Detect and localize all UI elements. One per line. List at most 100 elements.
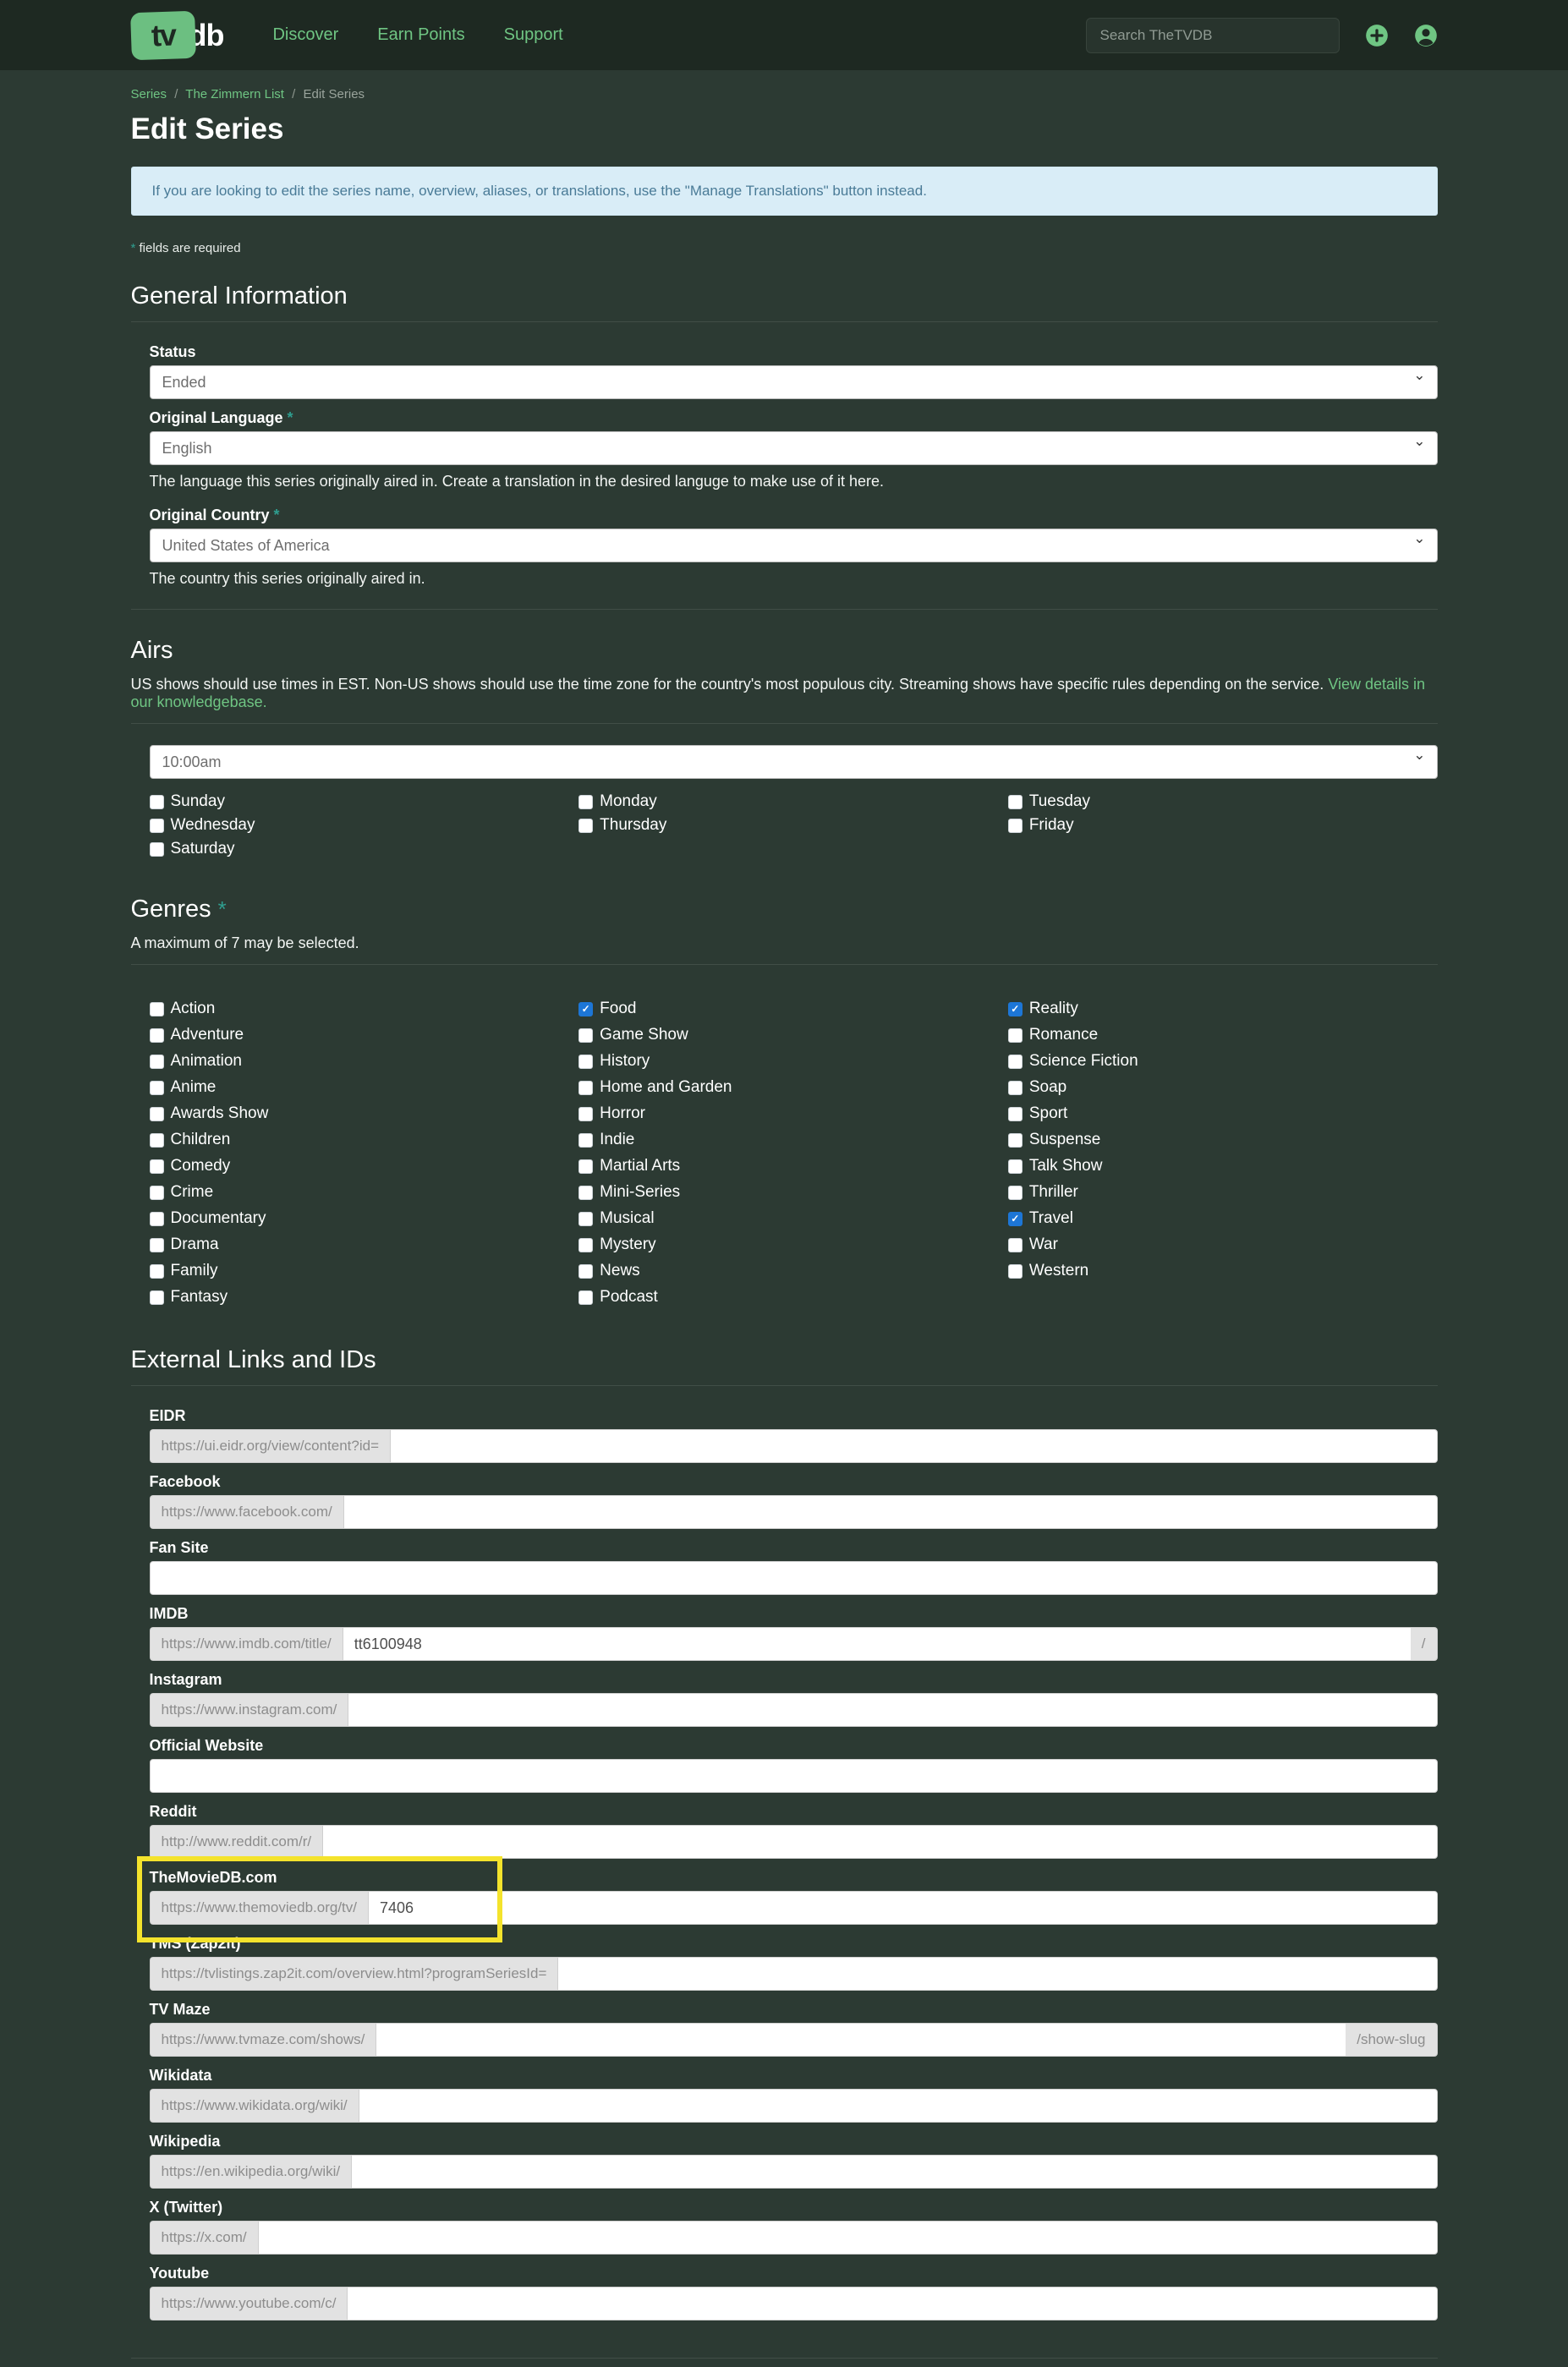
unchecked-checkbox-icon[interactable] (578, 818, 594, 833)
unchecked-checkbox-icon[interactable] (149, 1132, 164, 1148)
unchecked-checkbox-icon[interactable] (149, 1054, 164, 1069)
status-select[interactable]: Ended (149, 365, 1438, 399)
checked-checkbox-icon[interactable]: ✓ (578, 1001, 594, 1016)
checkbox-item-war[interactable]: War (1007, 1236, 1438, 1254)
unchecked-checkbox-icon[interactable] (1007, 1027, 1022, 1043)
reddit-input[interactable] (322, 1825, 1438, 1859)
instagram-input[interactable] (348, 1693, 1438, 1727)
breadcrumb-show[interactable]: The Zimmern List (185, 87, 284, 101)
unchecked-checkbox-icon[interactable] (149, 1290, 164, 1305)
tv-maze-input[interactable] (376, 2023, 1346, 2057)
x-twitter-input[interactable] (257, 2221, 1438, 2255)
unchecked-checkbox-icon[interactable] (1007, 818, 1022, 833)
checkbox-item-reality[interactable]: ✓ Reality (1007, 1000, 1438, 1018)
unchecked-checkbox-icon[interactable] (578, 1185, 594, 1200)
checkbox-item-anime[interactable]: Anime (149, 1078, 579, 1097)
checkbox-item-friday[interactable]: Friday (1007, 816, 1438, 835)
unchecked-checkbox-icon[interactable] (149, 818, 164, 833)
unchecked-checkbox-icon[interactable] (578, 1080, 594, 1095)
unchecked-checkbox-icon[interactable] (149, 1027, 164, 1043)
checkbox-item-fantasy[interactable]: Fantasy (149, 1288, 579, 1307)
youtube-input[interactable] (347, 2287, 1438, 2320)
official-website-input[interactable] (149, 1759, 1438, 1793)
checkbox-item-home-and-garden[interactable]: Home and Garden (578, 1078, 1008, 1097)
checkbox-item-action[interactable]: Action (149, 1000, 579, 1018)
fan-site-input[interactable] (149, 1561, 1438, 1595)
unchecked-checkbox-icon[interactable] (578, 1132, 594, 1148)
checkbox-item-family[interactable]: Family (149, 1262, 579, 1280)
checkbox-item-food[interactable]: ✓ Food (578, 1000, 1008, 1018)
unchecked-checkbox-icon[interactable] (578, 1290, 594, 1305)
unchecked-checkbox-icon[interactable] (578, 1027, 594, 1043)
checkbox-item-saturday[interactable]: Saturday (149, 840, 579, 858)
unchecked-checkbox-icon[interactable] (1007, 1263, 1022, 1279)
original-language-select[interactable]: English (149, 431, 1438, 465)
unchecked-checkbox-icon[interactable] (578, 1054, 594, 1069)
imdb-input[interactable] (342, 1627, 1411, 1661)
checkbox-item-talk-show[interactable]: Talk Show (1007, 1157, 1438, 1175)
unchecked-checkbox-icon[interactable] (578, 1106, 594, 1121)
checkbox-item-travel[interactable]: ✓ Travel (1007, 1209, 1438, 1228)
checkbox-item-game-show[interactable]: Game Show (578, 1026, 1008, 1044)
checkbox-item-mini-series[interactable]: Mini-Series (578, 1183, 1008, 1202)
unchecked-checkbox-icon[interactable] (1007, 794, 1022, 809)
checkbox-item-sunday[interactable]: Sunday (149, 792, 579, 811)
wikipedia-input[interactable] (351, 2155, 1438, 2189)
checkbox-item-thursday[interactable]: Thursday (578, 816, 1008, 835)
tms-zap2it-input[interactable] (557, 1957, 1438, 1991)
checkbox-item-history[interactable]: History (578, 1052, 1008, 1071)
checkbox-item-suspense[interactable]: Suspense (1007, 1131, 1438, 1149)
unchecked-checkbox-icon[interactable] (149, 1001, 164, 1016)
checkbox-item-soap[interactable]: Soap (1007, 1078, 1438, 1097)
unchecked-checkbox-icon[interactable] (149, 1185, 164, 1200)
checkbox-item-awards-show[interactable]: Awards Show (149, 1104, 579, 1123)
facebook-input[interactable] (343, 1495, 1438, 1529)
search-input[interactable] (1085, 17, 1340, 53)
checkbox-item-tuesday[interactable]: Tuesday (1007, 792, 1438, 811)
unchecked-checkbox-icon[interactable] (1007, 1080, 1022, 1095)
add-button[interactable] (1365, 24, 1389, 47)
unchecked-checkbox-icon[interactable] (149, 1080, 164, 1095)
themoviedb-com-input[interactable] (368, 1891, 1438, 1925)
unchecked-checkbox-icon[interactable] (578, 1263, 594, 1279)
checkbox-item-children[interactable]: Children (149, 1131, 579, 1149)
unchecked-checkbox-icon[interactable] (578, 794, 594, 809)
checkbox-item-romance[interactable]: Romance (1007, 1026, 1438, 1044)
air-time-select[interactable]: 10:00am (149, 745, 1438, 779)
checkbox-item-drama[interactable]: Drama (149, 1236, 579, 1254)
account-button[interactable] (1414, 24, 1438, 47)
nav-earn-points[interactable]: Earn Points (377, 25, 464, 45)
unchecked-checkbox-icon[interactable] (1007, 1054, 1022, 1069)
breadcrumb-series[interactable]: Series (131, 87, 167, 101)
unchecked-checkbox-icon[interactable] (149, 841, 164, 857)
unchecked-checkbox-icon[interactable] (149, 1237, 164, 1252)
nav-support[interactable]: Support (504, 25, 563, 45)
checkbox-item-horror[interactable]: Horror (578, 1104, 1008, 1123)
unchecked-checkbox-icon[interactable] (1007, 1132, 1022, 1148)
checkbox-item-animation[interactable]: Animation (149, 1052, 579, 1071)
checkbox-item-adventure[interactable]: Adventure (149, 1026, 579, 1044)
unchecked-checkbox-icon[interactable] (149, 794, 164, 809)
unchecked-checkbox-icon[interactable] (1007, 1106, 1022, 1121)
checkbox-item-thriller[interactable]: Thriller (1007, 1183, 1438, 1202)
unchecked-checkbox-icon[interactable] (578, 1237, 594, 1252)
checkbox-item-crime[interactable]: Crime (149, 1183, 579, 1202)
nav-discover[interactable]: Discover (272, 25, 338, 45)
unchecked-checkbox-icon[interactable] (1007, 1237, 1022, 1252)
checkbox-item-wednesday[interactable]: Wednesday (149, 816, 579, 835)
checkbox-item-podcast[interactable]: Podcast (578, 1288, 1008, 1307)
checkbox-item-western[interactable]: Western (1007, 1262, 1438, 1280)
checkbox-item-comedy[interactable]: Comedy (149, 1157, 579, 1175)
checked-checkbox-icon[interactable]: ✓ (1007, 1001, 1022, 1016)
unchecked-checkbox-icon[interactable] (1007, 1185, 1022, 1200)
tvdb-logo[interactable]: tv db (129, 10, 224, 60)
checkbox-item-documentary[interactable]: Documentary (149, 1209, 579, 1228)
checkbox-item-indie[interactable]: Indie (578, 1131, 1008, 1149)
unchecked-checkbox-icon[interactable] (149, 1263, 164, 1279)
unchecked-checkbox-icon[interactable] (149, 1159, 164, 1174)
unchecked-checkbox-icon[interactable] (578, 1211, 594, 1226)
checkbox-item-monday[interactable]: Monday (578, 792, 1008, 811)
checkbox-item-news[interactable]: News (578, 1262, 1008, 1280)
eidr-input[interactable] (390, 1429, 1438, 1463)
checkbox-item-martial-arts[interactable]: Martial Arts (578, 1157, 1008, 1175)
